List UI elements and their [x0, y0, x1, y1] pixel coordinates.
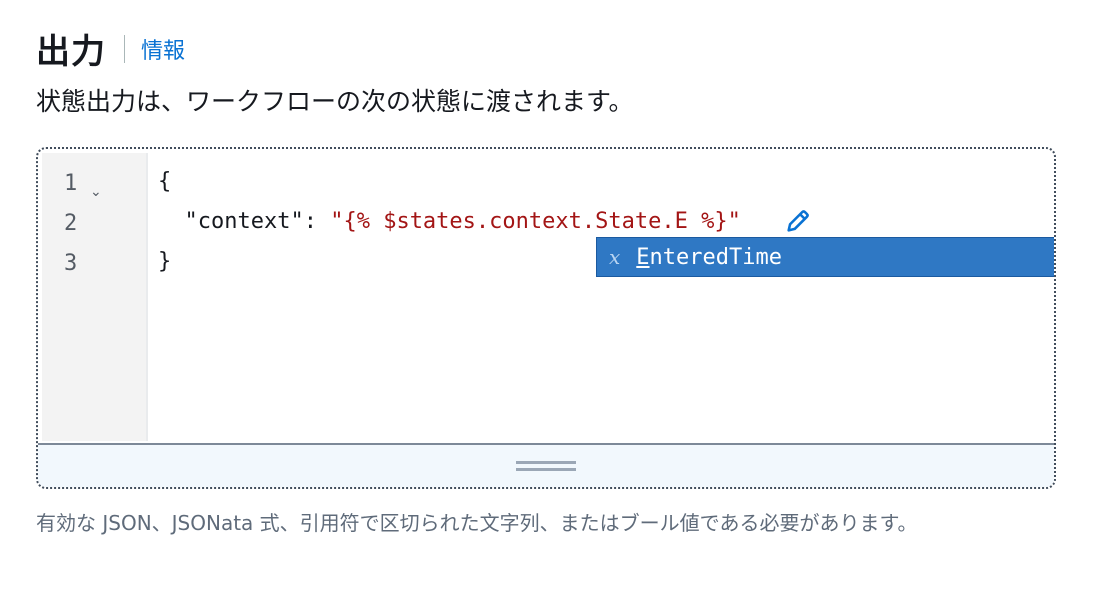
code-line[interactable]: "context": "{% $states.context.State.E %… — [158, 209, 741, 234]
code-line[interactable]: } — [158, 249, 171, 274]
json-colon: : — [303, 209, 331, 234]
resize-handle-icon[interactable] — [516, 461, 576, 475]
suggestion-match: E — [636, 244, 650, 270]
autocomplete-suggestion[interactable]: x EnteredTime — [596, 237, 1054, 277]
json-key: "context" — [184, 209, 304, 234]
line-number: 1 — [64, 171, 78, 196]
line-number: 2 — [64, 211, 78, 236]
constraint-hint: 有効な JSON、JSONata 式、引用符で区切られた文字列、またはブール値で… — [36, 511, 918, 535]
section-description: 状態出力は、ワークフローの次の状態に渡されます。 — [36, 87, 634, 116]
suggestion-label: EnteredTime — [636, 245, 782, 270]
suggestion-rest: nteredTime — [649, 244, 782, 270]
output-code-editor[interactable]: 1 ⌄ 2 3 { "context": "{% $states.context… — [36, 147, 1056, 489]
info-link[interactable]: 情報 — [141, 33, 185, 65]
variable-icon: x — [609, 245, 621, 269]
section-header: 出力 情報 — [36, 24, 185, 73]
pencil-icon[interactable] — [784, 207, 812, 235]
code-line[interactable]: { — [158, 169, 171, 194]
line-number-gutter: 1 ⌄ 2 3 — [42, 153, 148, 441]
header-divider — [124, 34, 125, 63]
chevron-down-icon[interactable]: ⌄ — [90, 184, 102, 200]
page-title: 出力 — [36, 32, 106, 72]
line-number: 3 — [64, 251, 78, 276]
editor-resize-bar[interactable] — [38, 443, 1054, 487]
json-string-value: "{% $states.context.State.E %}" — [330, 209, 741, 234]
